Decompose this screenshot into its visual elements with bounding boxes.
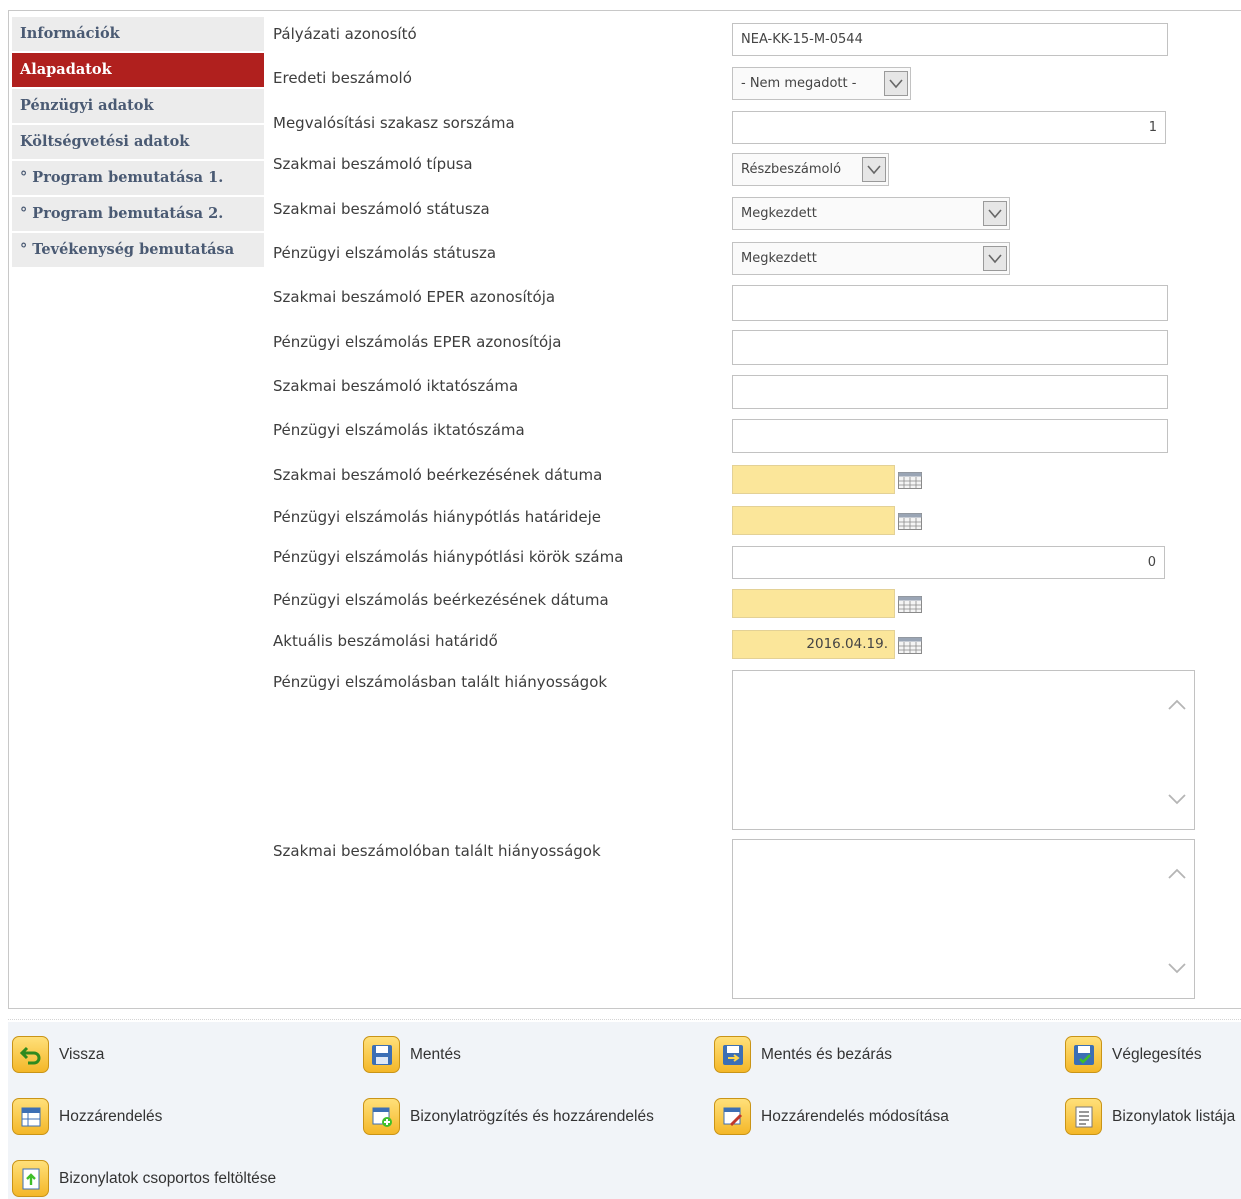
penzugyi-statusz-value: Megkezdett [741,251,817,266]
record-assign-button[interactable]: Bizonylatrögzítés és hozzárendelés [363,1098,654,1135]
record-assign-button-label: Bizonylatrögzítés és hozzárendelés [410,1107,654,1125]
scroll-up-icon[interactable] [1168,868,1186,880]
szakmai-eper-field[interactable] [732,285,1168,321]
calendar-icon[interactable] [898,596,922,613]
sidebar-item-program-2[interactable]: ° Program bemutatása 2. [12,197,264,231]
chevron-down-icon[interactable] [983,246,1007,271]
szakmai-hianyossagok-textarea[interactable] [732,839,1195,999]
upload-icon [12,1160,49,1197]
bulk-upload-button-label: Bizonylatok csoportos feltöltése [59,1169,277,1187]
label-szakmai-eper: Szakmai beszámoló EPER azonosítója [273,288,556,306]
penzugyi-hianypotlas-date[interactable] [732,506,895,535]
szakmai-tipus-select[interactable]: Részbeszámoló [732,153,889,186]
calendar-icon[interactable] [898,637,922,654]
assign-button[interactable]: Hozzárendelés [12,1098,162,1135]
penzugyi-statusz-select[interactable]: Megkezdett [732,242,1010,275]
scroll-up-icon[interactable] [1168,699,1186,711]
calendar-icon[interactable] [898,513,922,530]
sidebar: Információk Alapadatok Pénzügyi adatok K… [12,17,264,269]
szakmai-tipus-value: Részbeszámoló [741,162,842,177]
label-eredeti-beszamolo: Eredeti beszámoló [273,69,412,87]
sidebar-item-tevekenyseg[interactable]: ° Tevékenység bemutatása [12,233,264,267]
save-close-icon [714,1036,751,1073]
label-penzugyi-hianypotlasi-korok: Pénzügyi elszámolás hiánypótlási körök s… [273,548,624,566]
szakmai-beerkezes-date[interactable] [732,465,895,494]
documents-list-button-label: Bizonylatok listája [1112,1107,1236,1125]
save-close-button-label: Mentés és bezárás [761,1045,892,1063]
label-penzugyi-hianyossagok: Pénzügyi elszámolásban talált hiányosság… [273,673,608,691]
scroll-down-icon[interactable] [1168,793,1186,805]
label-szakmai-statusz: Szakmai beszámoló státusza [273,200,490,218]
penzugyi-hianypotlasi-korok-field[interactable]: 0 [732,546,1165,579]
eredeti-beszamolo-select[interactable]: - Nem megadott - [732,67,911,100]
documents-list-button[interactable]: Bizonylatok listája [1065,1098,1235,1135]
finalize-icon [1065,1036,1102,1073]
finalize-button-label: Véglegesítés [1112,1045,1202,1063]
assign-button-label: Hozzárendelés [59,1107,163,1125]
divider [8,1019,1241,1020]
label-szakmai-beerkezes: Szakmai beszámoló beérkezésének dátuma [273,466,603,484]
edit-assign-icon [714,1098,751,1135]
label-szakmai-iktato: Szakmai beszámoló iktatószáma [273,377,519,395]
sidebar-item-program-1[interactable]: ° Program bemutatása 1. [12,161,264,195]
label-szakmai-tipus: Szakmai beszámoló típusa [273,155,473,173]
save-button-label: Mentés [410,1045,461,1063]
sidebar-item-alapadatok[interactable]: Alapadatok [12,53,264,87]
save-button[interactable]: Mentés [363,1036,461,1073]
chevron-down-icon[interactable] [884,71,908,96]
label-palyazati-azonosito: Pályázati azonosító [273,25,417,43]
szakmai-statusz-select[interactable]: Megkezdett [732,197,1010,230]
scroll-down-icon[interactable] [1168,962,1186,974]
label-penzugyi-hianypotlas-hatarido: Pénzügyi elszámolás hiánypótlás határide… [273,508,601,526]
megvalositasi-szakasz-field[interactable]: 1 [732,111,1166,144]
back-button-label: Vissza [59,1045,105,1063]
sidebar-item-koltsegvetesi-adatok[interactable]: Költségvetési adatok [12,125,264,159]
label-megvalositasi-szakasz: Megvalósítási szakasz sorszáma [273,114,515,132]
palyazati-azonosito-field[interactable]: NEA-KK-15-M-0544 [732,23,1168,56]
modify-assign-button-label: Hozzárendelés módosítása [761,1107,949,1125]
sidebar-item-informaciok[interactable]: Információk [12,17,264,51]
record-assign-icon [363,1098,400,1135]
label-szakmai-hianyossagok: Szakmai beszámolóban talált hiányosságok [273,842,601,860]
penzugyi-hianyossagok-textarea[interactable] [732,670,1195,830]
save-close-button[interactable]: Mentés és bezárás [714,1036,892,1073]
aktualis-hatarido-date[interactable]: 2016.04.19. [732,630,895,659]
modify-assign-button[interactable]: Hozzárendelés módosítása [714,1098,949,1135]
chevron-down-icon[interactable] [983,201,1007,226]
penzugyi-iktato-field[interactable] [732,419,1168,453]
label-penzugyi-iktato: Pénzügyi elszámolás iktatószáma [273,421,525,439]
sidebar-item-penzugyi-adatok[interactable]: Pénzügyi adatok [12,89,264,123]
label-aktualis-hatarido: Aktuális beszámolási határidő [273,632,498,650]
label-penzugyi-statusz: Pénzügyi elszámolás státusza [273,244,497,262]
label-penzugyi-eper: Pénzügyi elszámolás EPER azonosítója [273,333,562,351]
assign-icon [12,1098,49,1135]
back-arrow-icon [12,1036,49,1073]
szakmai-statusz-value: Megkezdett [741,206,817,221]
back-button[interactable]: Vissza [12,1036,104,1073]
eredeti-beszamolo-value: - Nem megadott - [741,76,857,91]
penzugyi-eper-field[interactable] [732,330,1168,365]
penzugyi-beerkezes-date[interactable] [732,589,895,618]
bulk-upload-button[interactable]: Bizonylatok csoportos feltöltése [12,1160,276,1197]
szakmai-iktato-field[interactable] [732,375,1168,409]
calendar-icon[interactable] [898,472,922,489]
save-icon [363,1036,400,1073]
list-icon [1065,1098,1102,1135]
chevron-down-icon[interactable] [862,157,886,182]
label-penzugyi-beerkezes: Pénzügyi elszámolás beérkezésének dátuma [273,591,609,609]
finalize-button[interactable]: Véglegesítés [1065,1036,1202,1073]
